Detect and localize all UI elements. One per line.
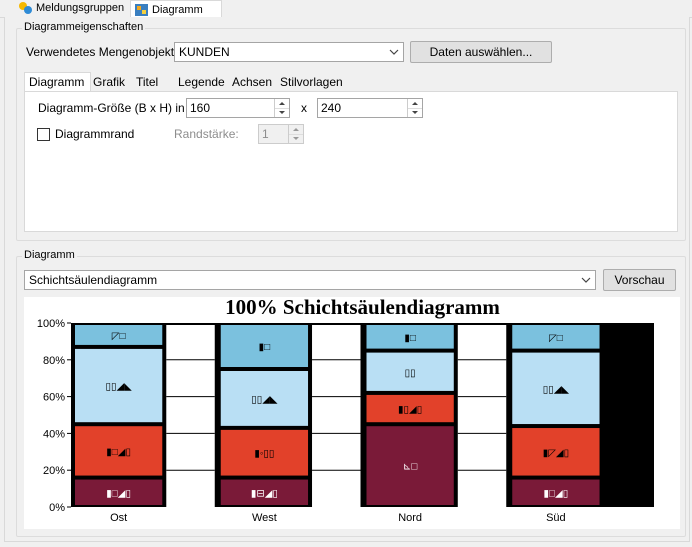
- top-tab-strip: Meldungsgruppen Diagramm: [0, 0, 692, 18]
- x-tick-label: West: [252, 512, 277, 524]
- tab-label: Achsen: [232, 75, 273, 89]
- data-label: ▮◸◢▯: [543, 448, 569, 459]
- tab-stilvorlagen[interactable]: Stilvorlagen: [275, 72, 348, 92]
- data-label: ▮□◢▯: [106, 488, 131, 499]
- diagram-type-value: Schichtsäulendiagramm: [29, 273, 158, 287]
- data-label: ▮◦▯▯: [254, 449, 274, 460]
- y-tick-label: 60%: [43, 392, 65, 404]
- chevron-down-icon: [581, 277, 591, 283]
- x-tick-label: Süd: [546, 512, 566, 524]
- tab-label: Diagramm: [152, 3, 203, 16]
- bar-gap: [457, 325, 507, 507]
- y-tick-label: 40%: [43, 428, 65, 440]
- border-checkbox-label: Diagrammrand: [55, 127, 135, 141]
- stepper-buttons: [288, 125, 303, 143]
- data-label: ▯▯◢◣: [543, 384, 570, 395]
- x-tick-label: Ost: [110, 512, 127, 524]
- stroke-label: Randstärke:: [174, 127, 239, 141]
- data-label: ▮□: [404, 333, 416, 344]
- data-label: ▮□◢▯: [544, 488, 569, 499]
- border-checkbox[interactable]: [37, 128, 50, 141]
- stepper-down-icon[interactable]: [408, 108, 422, 117]
- stepper-buttons: [274, 99, 289, 117]
- x-tick-label: Nord: [398, 512, 422, 524]
- data-label: ▮⊟◢▯: [251, 488, 278, 499]
- stroke-value: 1: [262, 127, 269, 141]
- stroke-stepper[interactable]: 1: [258, 124, 304, 144]
- data-label: ▮□◢▯: [106, 447, 131, 458]
- stacked-percent-bar-chart: 100% Schichtsäulendiagramm 0% 20% 40% 60% 80%…: [37, 295, 654, 524]
- quantity-object-value: KUNDEN: [179, 45, 230, 59]
- bar-gap: [166, 325, 215, 507]
- data-label: ▮▯◢▯: [398, 405, 422, 416]
- tab-diagramm-settings[interactable]: Diagramm: [24, 72, 91, 92]
- y-tick-label: 20%: [43, 465, 65, 477]
- stepper-down-icon[interactable]: [275, 108, 289, 117]
- select-data-button[interactable]: Daten auswählen...: [410, 41, 552, 63]
- width-value: 160: [190, 101, 211, 115]
- tab-legende[interactable]: Legende: [173, 72, 230, 92]
- height-value: 240: [321, 101, 342, 115]
- data-label: ▯▯◢◣: [105, 382, 132, 393]
- tab-grafik[interactable]: Grafik: [88, 72, 130, 92]
- size-separator: x: [301, 101, 307, 115]
- chart-title: 100% Schichtsäulendiagramm: [225, 297, 500, 319]
- data-label: ⊾□: [403, 462, 417, 473]
- tab-label: Titel: [136, 75, 159, 89]
- y-tick-label: 80%: [43, 355, 65, 367]
- tab-achsen[interactable]: Achsen: [227, 72, 277, 92]
- tab-label: Stilvorlagen: [280, 75, 343, 89]
- chevron-down-icon: [389, 49, 399, 55]
- y-tick-label: 100%: [37, 318, 65, 330]
- chart-icon: [135, 3, 148, 16]
- group-title: Diagrammeigenschaften: [22, 21, 146, 33]
- tab-label: Grafik: [93, 75, 126, 89]
- stepper-buttons: [407, 99, 422, 117]
- preview-button[interactable]: Vorschau: [603, 269, 676, 291]
- width-stepper[interactable]: 160: [186, 98, 290, 118]
- tab-label: Diagramm: [29, 75, 85, 89]
- data-label: ▯▯: [405, 368, 416, 379]
- data-label: ▯▯◢◣: [251, 394, 278, 405]
- quantity-object-select[interactable]: KUNDEN: [174, 42, 404, 62]
- chart-preview: 100% Schichtsäulendiagramm 0% 20% 40% 60% 80%…: [24, 295, 680, 529]
- diagram-type-select[interactable]: Schichtsäulendiagramm: [24, 270, 596, 290]
- data-label: ▮□: [259, 342, 271, 353]
- y-tick-label: 0%: [49, 502, 65, 514]
- stepper-down-icon[interactable]: [289, 134, 303, 143]
- tab-label: Meldungsgruppen: [36, 2, 125, 14]
- tab-diagramm[interactable]: Diagramm: [130, 0, 222, 18]
- quantity-object-label: Verwendetes Mengenobjekt:: [26, 45, 178, 59]
- message-groups-icon: [18, 2, 32, 14]
- data-label: ◸□: [112, 331, 126, 342]
- group-title: Diagramm: [22, 249, 77, 261]
- height-stepper[interactable]: 240: [317, 98, 423, 118]
- data-label: ◸□: [549, 333, 563, 344]
- bar-gap: [312, 325, 361, 507]
- tab-titel[interactable]: Titel: [131, 72, 163, 92]
- tab-label: Legende: [178, 75, 225, 89]
- tab-meldungsgruppen[interactable]: Meldungsgruppen: [14, 0, 134, 16]
